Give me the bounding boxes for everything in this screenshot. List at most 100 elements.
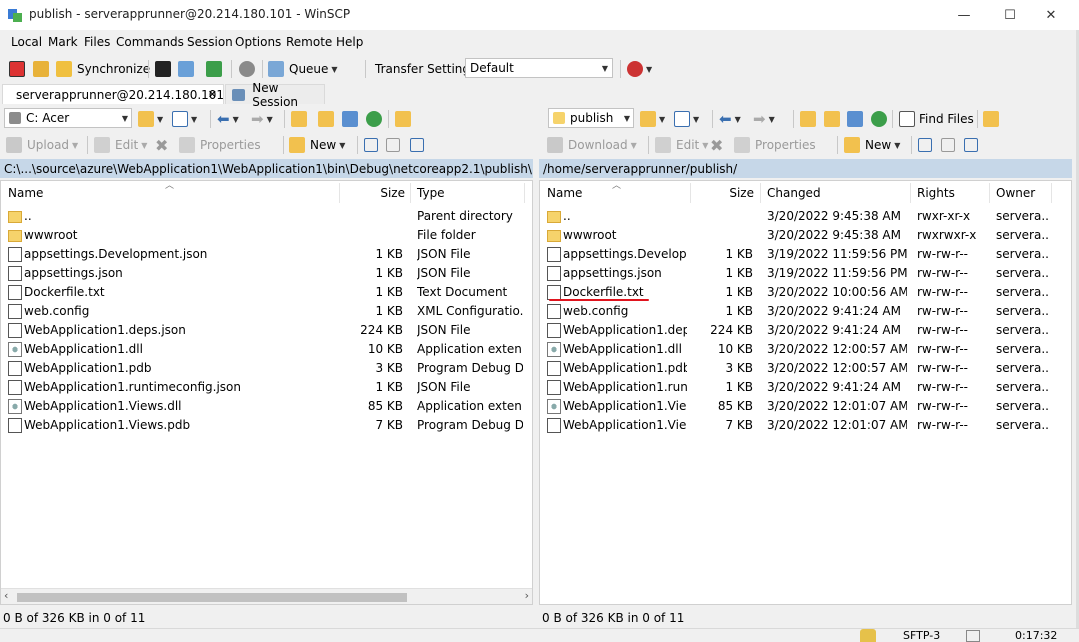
remote-find-button[interactable] — [983, 108, 999, 130]
table-row[interactable]: WebApplication1.run... 1 KB 3/20/2022 9:41… — [540, 378, 1071, 397]
local-open-dir-button[interactable]: ▼ — [138, 108, 163, 130]
table-row[interactable]: WebApplication1.deps.json 224 KB JSON File — [1, 321, 532, 340]
local-parent-dir-button[interactable] — [291, 108, 307, 130]
col-header-name[interactable]: Name — [8, 181, 43, 205]
col-header-owner[interactable]: Owner — [996, 181, 1035, 205]
transfer-settings-select[interactable]: Default ▼ — [465, 58, 613, 78]
menu-session[interactable]: Session — [187, 35, 233, 49]
remote-filter-button[interactable]: ▼ — [674, 108, 699, 130]
table-row[interactable]: appsettings.json 1 KB 3/19/2022 11:59:56 P… — [540, 264, 1071, 283]
table-row[interactable]: Dockerfile.txt 1 KB Text Document — [1, 283, 532, 302]
menu-options[interactable]: Options — [235, 35, 281, 49]
transfer-options-button[interactable]: ▼ — [627, 58, 652, 80]
table-row[interactable]: WebApplication1.Vie... 7 KB 3/20/2022 12:0… — [540, 416, 1071, 435]
remote-back-button[interactable]: ⬅ ▼ — [719, 108, 741, 130]
table-row[interactable]: WebApplication1.Views.dll 85 KB Applicatio… — [1, 397, 532, 416]
local-properties-button[interactable]: Properties — [179, 134, 261, 156]
table-row[interactable]: WebApplication1.dep... 224 KB 3/20/2022 9:… — [540, 321, 1071, 340]
local-back-button[interactable]: ⬅ ▼ — [217, 108, 239, 130]
upload-button[interactable]: Upload ▼ — [6, 134, 78, 156]
local-select-button[interactable] — [364, 134, 378, 156]
remote-folder-select[interactable]: publish ▼ — [548, 108, 634, 128]
table-row[interactable]: WebApplication1.pdb 3 KB 3/20/2022 12:00:5… — [540, 359, 1071, 378]
local-find-button[interactable] — [395, 108, 411, 130]
table-row[interactable]: WebApplication1.runtimeconfig.json 1 KB JS… — [1, 378, 532, 397]
local-new-button[interactable]: New ▼ — [289, 134, 345, 156]
local-forward-button[interactable]: ➡ ▼ — [251, 108, 273, 130]
remote-delete-button[interactable]: ✖ — [710, 134, 723, 156]
col-header-size[interactable]: Size — [691, 181, 754, 205]
table-row[interactable]: appsettings.Develop... 1 KB 3/19/2022 11:5… — [540, 245, 1071, 264]
sync-browse-button[interactable] — [33, 58, 49, 80]
remote-forward-button[interactable]: ➡ ▼ — [753, 108, 775, 130]
remote-home-button[interactable] — [847, 108, 863, 130]
table-row[interactable]: WebApplication1.Vie... 85 KB 3/20/2022 12:… — [540, 397, 1071, 416]
scroll-right-icon[interactable]: › — [525, 589, 529, 602]
tab-session[interactable]: serverapprunner@20.214.180.101 ✕ — [2, 84, 224, 104]
local-unselect-button[interactable] — [386, 134, 400, 156]
scrollbar-thumb[interactable] — [17, 593, 407, 602]
col-header-type[interactable]: Type — [417, 181, 445, 205]
close-button[interactable]: ✕ — [1028, 0, 1074, 30]
download-button[interactable]: Download ▼ — [547, 134, 637, 156]
table-row[interactable]: appsettings.Development.json 1 KB JSON Fil… — [1, 245, 532, 264]
queue-button[interactable]: Queue ▼ — [268, 58, 338, 80]
menu-commands[interactable]: Commands — [116, 35, 184, 49]
tab-new-session[interactable]: New Session — [225, 81, 325, 109]
col-header-changed[interactable]: Changed — [767, 181, 821, 205]
table-row[interactable]: WebApplication1.Views.pdb 7 KB Program Deb… — [1, 416, 532, 435]
remote-filter-select-button[interactable] — [964, 134, 978, 156]
remote-refresh-button[interactable] — [871, 108, 887, 130]
refresh-session-button[interactable] — [206, 58, 222, 80]
local-filter-select-button[interactable] — [410, 134, 424, 156]
minimize-button[interactable]: — — [941, 0, 987, 30]
remote-file-list[interactable]: Name ︿ Size Changed Rights Owner .. 3/20/… — [539, 180, 1072, 605]
col-header-size[interactable]: Size — [340, 181, 405, 205]
remote-select-button[interactable] — [918, 134, 932, 156]
menu-remote[interactable]: Remote — [286, 35, 332, 49]
remote-path-bar[interactable]: /home/serverapprunner/publish/ — [539, 159, 1072, 178]
col-header-rights[interactable]: Rights — [917, 181, 955, 205]
putty-button[interactable] — [178, 58, 194, 80]
menu-mark[interactable]: Mark — [48, 35, 78, 49]
local-root-dir-button[interactable] — [318, 108, 334, 130]
remote-edit-button[interactable]: Edit ▼ — [655, 134, 708, 156]
console-button[interactable] — [155, 58, 171, 80]
col-header-name[interactable]: Name — [547, 181, 582, 205]
table-row[interactable]: web.config 1 KB XML Configuratio... — [1, 302, 532, 321]
remote-root-dir-button[interactable] — [824, 108, 840, 130]
local-drive-select[interactable]: C: Acer ▼ — [4, 108, 132, 128]
close-icon[interactable]: ✕ — [208, 88, 217, 101]
compare-dirs-button[interactable] — [9, 58, 25, 80]
remote-open-dir-button[interactable]: ▼ — [640, 108, 665, 130]
menu-local[interactable]: Local — [11, 35, 42, 49]
local-edit-button[interactable]: Edit ▼ — [94, 134, 147, 156]
menu-help[interactable]: Help — [336, 35, 363, 49]
remote-unselect-button[interactable] — [941, 134, 955, 156]
local-delete-button[interactable]: ✖ — [155, 134, 168, 156]
table-row[interactable]: .. 3/20/2022 9:45:38 AM rwxr-xr-x servera..… — [540, 207, 1071, 226]
remote-parent-dir-button[interactable] — [800, 108, 816, 130]
table-row[interactable]: appsettings.json 1 KB JSON File — [1, 264, 532, 283]
local-home-button[interactable] — [342, 108, 358, 130]
remote-new-button[interactable]: New ▼ — [844, 134, 900, 156]
remote-properties-button[interactable]: Properties — [734, 134, 816, 156]
synchronize-button[interactable]: Synchronize — [56, 58, 150, 80]
maximize-button[interactable]: ☐ — [987, 0, 1033, 30]
table-row[interactable]: WebApplication1.dll 10 KB 3/20/2022 12:00:… — [540, 340, 1071, 359]
local-horizontal-scrollbar[interactable]: ‹ › — [1, 588, 532, 604]
local-refresh-button[interactable] — [366, 108, 382, 130]
table-row[interactable]: wwwroot 3/20/2022 9:45:38 AM rwxrwxr-x serv… — [540, 226, 1071, 245]
menu-files[interactable]: Files — [84, 35, 110, 49]
local-filter-button[interactable]: ▼ — [172, 108, 197, 130]
find-files-button[interactable]: Find Files — [899, 108, 974, 130]
scroll-left-icon[interactable]: ‹ — [4, 589, 8, 602]
preferences-button[interactable] — [239, 58, 255, 80]
local-path-bar[interactable]: C:\...\source\azure\WebApplication1\WebA… — [0, 159, 533, 178]
table-row[interactable]: WebApplication1.dll 10 KB Application exte… — [1, 340, 532, 359]
table-row[interactable]: .. Parent directory — [1, 207, 532, 226]
table-row[interactable]: wwwroot File folder — [1, 226, 532, 245]
local-file-list[interactable]: Name ︿ Size Type .. Parent directory wwwro… — [0, 180, 533, 605]
table-row[interactable]: WebApplication1.pdb 3 KB Program Debug D..… — [1, 359, 532, 378]
table-row[interactable]: web.config 1 KB 3/20/2022 9:41:24 AM rw-rw-… — [540, 302, 1071, 321]
